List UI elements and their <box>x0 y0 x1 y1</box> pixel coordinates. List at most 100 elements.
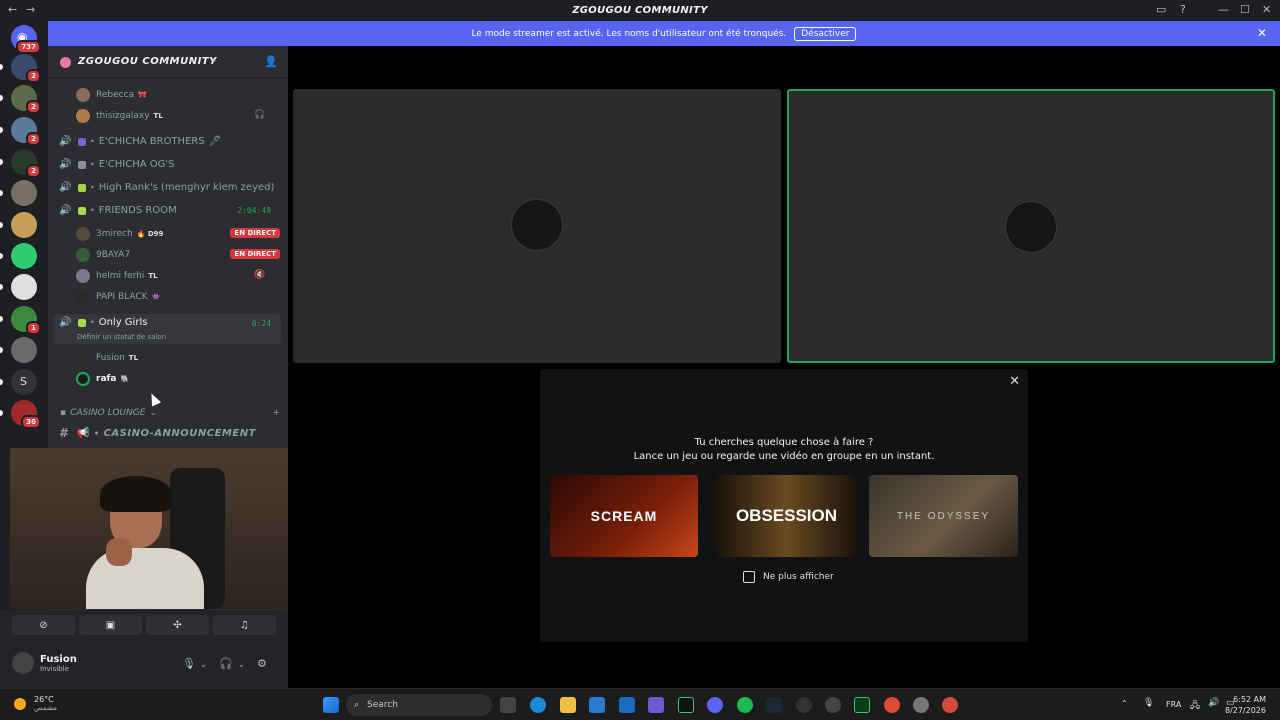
server-icon[interactable]: S <box>11 369 37 395</box>
teams-icon[interactable] <box>648 697 664 713</box>
chevron-down-icon[interactable]: ⌄ <box>210 55 218 65</box>
user-info[interactable]: Fusion Invisible <box>12 652 77 674</box>
server-icon[interactable]: 2 <box>11 85 41 114</box>
server-icon[interactable] <box>11 212 37 238</box>
server-icon[interactable]: 2 <box>11 149 41 178</box>
close-banner-icon[interactable]: ✕ <box>1257 26 1267 40</box>
store-icon[interactable] <box>619 697 635 713</box>
server-icon[interactable] <box>11 274 37 300</box>
volume-icon[interactable]: 🔊 <box>1208 698 1219 708</box>
dont-show-again-checkbox[interactable]: Ne plus afficher <box>743 571 834 583</box>
audio-options-chevron-icon[interactable]: ⌄ <box>238 660 245 669</box>
chrome-icon[interactable] <box>884 697 900 713</box>
server-icon[interactable] <box>11 337 37 363</box>
minimize-icon[interactable]: — <box>1218 3 1229 16</box>
voice-user[interactable]: Rebecca 🎀 <box>76 88 147 102</box>
set-channel-status-link[interactable]: Définir un statut de salon <box>77 333 166 341</box>
start-windows-icon[interactable] <box>323 697 339 713</box>
taskbar-search[interactable]: ⌕ Search <box>346 694 492 716</box>
server-icon[interactable]: 2 <box>11 117 41 146</box>
speaker-icon: 🔊 <box>59 182 72 193</box>
voice-user-speaking[interactable]: rafa 🐘 <box>76 372 129 386</box>
category-casino-lounge[interactable]: ▪ CASINO LOUNGE ⌄ + <box>60 408 280 418</box>
add-channel-icon[interactable]: + <box>272 408 280 418</box>
user-tag: 👾 <box>151 293 161 301</box>
server-icon[interactable]: 1 <box>11 306 41 335</box>
voice-channel-echicha-ogs[interactable]: 🔊 • E'CHICHA OG'S <box>53 159 281 170</box>
app-icon[interactable] <box>854 697 870 713</box>
card-title: THE ODYSSEY <box>896 510 991 522</box>
close-window-icon[interactable]: ✕ <box>1262 3 1271 16</box>
close-activity-icon[interactable]: ✕ <box>1009 374 1020 389</box>
chrome-icon[interactable] <box>942 697 958 713</box>
participant-tile[interactable] <box>293 89 781 363</box>
activity-card-scream[interactable]: SCREAM <box>550 475 698 557</box>
voice-channel-high-ranks[interactable]: 🔊 • High Rank's (menghyr klem zeyed) <box>53 182 281 193</box>
voice-user[interactable]: helmi ferhi TL <box>76 269 158 283</box>
obs-icon[interactable] <box>796 697 812 713</box>
channel-emoji-icon <box>78 318 86 327</box>
home-button[interactable]: ◉ 737 <box>11 25 41 54</box>
invite-people-icon[interactable]: 👤 <box>264 55 278 68</box>
category-emoji-icon: ▪ <box>60 408 67 418</box>
banner-text: Le mode streamer est activé. Les noms d'… <box>471 28 787 39</box>
voice-user[interactable]: 9BAYA7 <box>76 248 134 262</box>
tray-overflow-icon[interactable]: ⌃ <box>1121 699 1128 708</box>
participant-tile-speaking[interactable] <box>787 89 1275 363</box>
edge-icon[interactable] <box>530 697 546 713</box>
steam-icon[interactable] <box>766 697 782 713</box>
server-name: ZGOUGOU COMMUNITY <box>78 56 217 67</box>
screen-share-button[interactable]: ▣ <box>79 615 142 635</box>
mic-options-chevron-icon[interactable]: ⌄ <box>200 660 207 669</box>
server-icon[interactable]: 2 <box>11 54 41 83</box>
user-tag: 🎀 <box>138 91 147 99</box>
voice-channel-friends-room[interactable]: 🔊 • FRIENDS ROOM 2:04:48 <box>53 205 281 216</box>
activity-card-obsession[interactable]: OBSESSION <box>716 475 857 557</box>
disable-streamer-button[interactable]: Désactiver <box>794 26 857 41</box>
activity-card-odyssey[interactable]: THE ODYSSEY <box>869 475 1018 557</box>
clock-date: 8/27/2026 <box>1224 706 1266 715</box>
outlook-icon[interactable] <box>589 697 605 713</box>
unread-pill <box>0 190 3 196</box>
voice-user[interactable]: Fusion TL <box>76 351 138 365</box>
weather-temp: 26°C <box>34 695 54 704</box>
server-icon[interactable]: 36 <box>11 400 41 429</box>
clock[interactable]: 6:52 AM 8/27/2026 <box>1225 694 1266 716</box>
headphones-icon[interactable]: 🎧 <box>219 657 233 670</box>
server-icon[interactable] <box>11 243 37 269</box>
activities-button[interactable]: ✣ <box>146 615 209 635</box>
microphone-icon[interactable]: 🎙 <box>182 657 196 670</box>
unread-pill <box>0 379 3 385</box>
weather-widget[interactable]: 26°C مشمس <box>14 695 57 712</box>
checkbox-box[interactable] <box>743 571 755 583</box>
app-icon[interactable] <box>678 697 694 713</box>
user-name: helmi ferhi <box>96 271 145 281</box>
app-icon[interactable] <box>825 697 841 713</box>
voice-channel-only-girls[interactable]: 🔊 • Only Girls 0:24 Définir un statut de… <box>53 314 281 344</box>
camera-off-button[interactable]: ⊘ <box>12 615 75 635</box>
person-body <box>86 548 204 609</box>
server-header[interactable]: ZGOUGOU COMMUNITY ⌄ 👤 <box>48 46 288 78</box>
soundboard-button[interactable]: ♫ <box>213 615 276 635</box>
file-explorer-icon[interactable] <box>560 697 576 713</box>
server-badge: 2 <box>26 164 41 178</box>
discord-taskbar-icon[interactable] <box>707 697 723 713</box>
home-badge: 737 <box>16 40 41 54</box>
inbox-icon[interactable]: ▭ <box>1156 3 1166 16</box>
voice-channel-echicha-brothers[interactable]: 🔊 • E'CHICHA BROTHERS 🖊 <box>53 136 281 147</box>
network-icon[interactable]: 🖧 <box>1190 698 1200 714</box>
separator-dot: • <box>90 183 95 192</box>
settings-icon[interactable] <box>913 697 929 713</box>
task-view-icon[interactable] <box>500 697 516 713</box>
maximize-icon[interactable]: ☐ <box>1240 3 1250 16</box>
unread-pill <box>0 347 3 353</box>
spotify-icon[interactable] <box>737 697 753 713</box>
text-channel-casino-announcement[interactable]: # 📢 • CASINO-ANNOUNCEMENT <box>53 426 281 440</box>
help-icon[interactable]: ? <box>1180 3 1186 16</box>
mic-tray-icon[interactable]: 🎙 <box>1143 698 1154 708</box>
server-icon[interactable] <box>11 180 37 206</box>
voice-user[interactable]: PAPI BLACK 👾 <box>76 290 160 304</box>
voice-user[interactable]: thisizgalaxy TL <box>76 109 163 123</box>
input-language[interactable]: FRA <box>1166 700 1181 709</box>
settings-gear-icon[interactable]: ⚙ <box>257 657 267 670</box>
